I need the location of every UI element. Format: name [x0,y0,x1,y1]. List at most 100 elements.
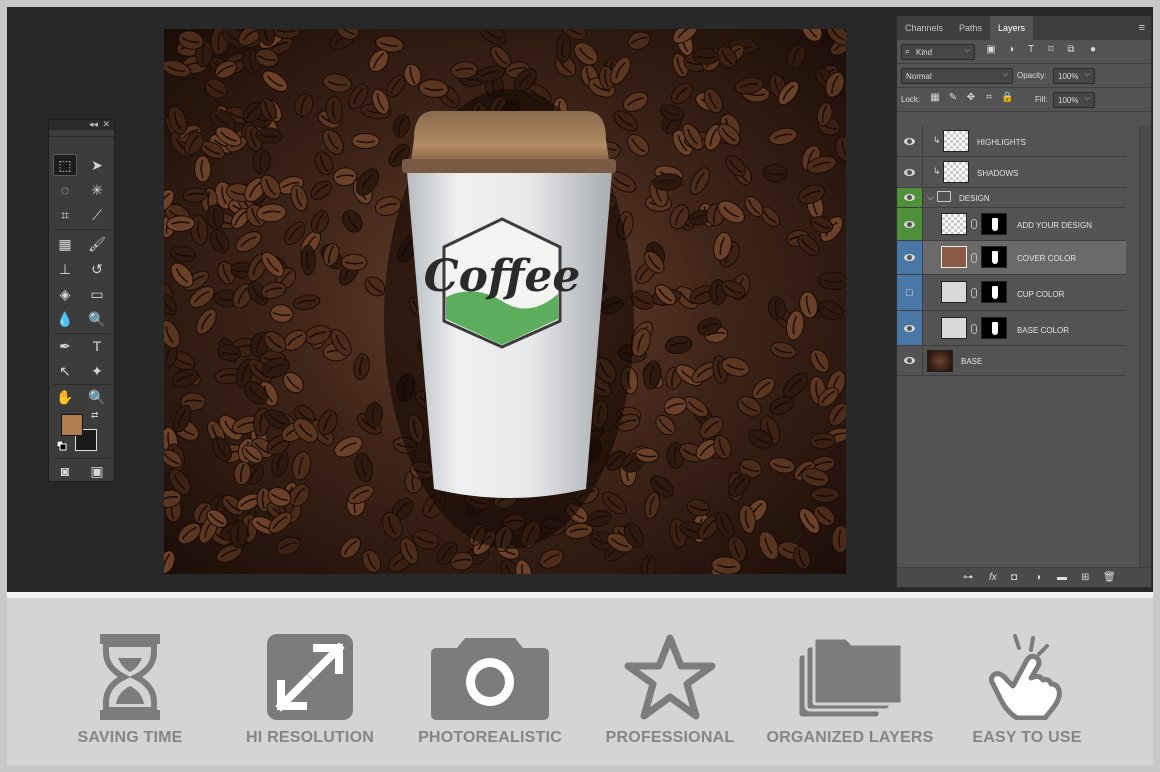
layer-row-shadows[interactable]: ↳ SHADOWS [897,157,1126,188]
lock-all-icon[interactable]: 🔒 [1001,92,1013,104]
visibility-toggle[interactable] [897,311,923,345]
delete-layer-icon[interactable]: 🗑 [1103,572,1116,583]
visibility-toggle[interactable] [897,208,923,240]
adjustment-filter-icon[interactable]: ◑ [1005,44,1017,56]
layers-scrollbar[interactable] [1139,126,1151,571]
dodge-tool-icon[interactable]: 🔍 [85,308,109,330]
fill-layer-thumbnail[interactable] [941,281,967,303]
lasso-tool-icon[interactable]: ◌ [53,179,77,201]
lock-transparency-icon[interactable]: ▦ [929,92,941,104]
eye-icon [904,324,915,332]
eraser-tool-icon[interactable]: ◈ [53,283,77,305]
lock-artboard-icon[interactable]: ⌗ [983,92,995,104]
fx-icon[interactable]: fx [989,572,997,583]
lock-position-icon[interactable]: ✥ [965,92,977,104]
layer-row-cup-color[interactable]: CUP COLOR [897,275,1126,311]
layer-mask-thumbnail[interactable] [981,213,1007,235]
layer-row-cover-color[interactable]: COVER COLOR [897,241,1126,275]
stacked-layers-icon [796,636,904,720]
opacity-field[interactable]: 100% ⌵ [1053,68,1095,84]
smart-object-filter-icon[interactable]: ⧉ [1065,44,1077,56]
eye-icon [904,137,915,145]
visibility-toggle[interactable] [897,346,923,375]
tools-panel-header[interactable]: ◂◂ ✕ [49,119,114,130]
pixel-filter-icon[interactable]: ▣ [985,44,997,56]
link-icon[interactable] [971,253,977,263]
crop-tool-icon[interactable]: ⌗ [53,204,77,226]
hand-tool-icon[interactable]: ✋ [53,386,77,408]
panel-tabs: Channels Paths Layers ≡ [897,16,1151,40]
link-icon[interactable] [971,288,977,298]
clipping-arrow-icon: ↳ [933,135,941,145]
magic-wand-tool-icon[interactable]: ✳ [85,179,109,201]
history-brush-tool-icon[interactable]: ↺ [85,258,109,280]
eye-icon [904,168,915,176]
layer-row-base[interactable]: BASE [897,346,1126,376]
path-selection-tool-icon[interactable]: ↖ [53,360,77,382]
layer-mask-thumbnail[interactable] [981,281,1007,303]
lock-pixels-icon[interactable]: ✎ [947,92,959,104]
zoom-tool-icon[interactable]: 🔍 [85,386,109,408]
link-layers-icon[interactable]: ⊶ [963,572,973,583]
eyedropper-tool-icon[interactable]: ⟋ [85,204,109,226]
shape-filter-icon[interactable]: ⌑ [1045,44,1057,56]
document-canvas[interactable]: Coffee [164,29,846,574]
brush-tool-icon[interactable]: 🖌 [85,233,109,255]
layer-mask-thumbnail[interactable] [981,317,1007,339]
coffee-cup-mockup: Coffee [384,89,634,549]
custom-shape-tool-icon[interactable]: ✦ [85,360,109,382]
visibility-toggle[interactable] [897,188,923,207]
quick-mask-icon[interactable]: ◙ [53,460,77,482]
new-layer-icon[interactable]: ⊞ [1081,572,1089,583]
foreground-color-swatch[interactable] [61,414,83,436]
eye-icon [904,220,915,228]
layer-mask-thumbnail[interactable] [981,246,1007,268]
move-tool-icon[interactable]: ➤ [85,154,109,176]
visibility-toggle[interactable] [897,275,923,310]
visibility-toggle[interactable] [897,241,923,274]
tab-paths[interactable]: Paths [951,16,990,40]
link-icon[interactable] [971,219,977,229]
camera-icon [431,638,549,720]
rectangular-marquee-tool-icon[interactable]: ⬚ [53,154,77,176]
chevron-down-icon: ⌵ [964,47,970,54]
adjustment-layer-icon[interactable]: ◑ [1035,572,1041,583]
add-mask-icon[interactable]: ◘ [1011,572,1017,583]
visibility-toggle[interactable] [897,157,923,187]
blur-tool-icon[interactable]: 💧 [53,308,77,330]
panel-grip[interactable] [49,130,114,137]
clone-stamp-tool-icon[interactable]: ⊥ [53,258,77,280]
layer-row-add-your-design[interactable]: ADD YOUR DESIGN [897,208,1126,241]
visibility-toggle[interactable] [897,126,923,156]
fill-field[interactable]: 100% ⌵ [1053,92,1095,108]
collapse-icon[interactable]: ◂◂ [89,119,98,130]
feature-label: PHOTOREALISTIC [418,729,562,746]
panel-menu-icon[interactable]: ≡ [1139,22,1145,34]
pen-tool-icon[interactable]: ✒ [53,335,77,357]
folder-icon [937,191,951,202]
blend-row: Normal ⌵ Opacity: 100% ⌵ [897,64,1151,88]
swap-colors-icon[interactable]: ⇄ [91,410,99,421]
layer-row-highlights[interactable]: ↳ HIGHLIGHTS [897,126,1126,157]
tab-channels[interactable]: Channels [897,16,951,40]
default-colors-icon[interactable] [57,441,67,451]
layer-row-design-group[interactable]: ⌵ DESIGN [897,188,1126,208]
tab-layers[interactable]: Layers [990,16,1034,40]
fill-layer-thumbnail[interactable] [941,317,967,339]
search-icon: ⌕ [905,46,911,56]
chevron-down-icon[interactable]: ⌵ [927,192,934,203]
blend-mode-select[interactable]: Normal ⌵ [901,68,1013,84]
healing-brush-tool-icon[interactable]: ▦ [53,233,77,255]
layer-row-base-color[interactable]: BASE COLOR [897,311,1126,346]
link-icon[interactable] [971,324,977,334]
gradient-tool-icon[interactable]: ▭ [85,283,109,305]
type-filter-icon[interactable]: T [1025,44,1037,56]
filter-toggle-icon[interactable]: ● [1087,44,1099,56]
close-icon[interactable]: ✕ [102,119,110,130]
new-group-icon[interactable]: ▬ [1057,572,1067,583]
fill-layer-thumbnail[interactable] [941,246,967,268]
screen-mode-icon[interactable]: ▣ [85,460,109,482]
type-tool-icon[interactable]: T [85,335,109,357]
filter-kind-select[interactable]: ⌕ Kind ⌵ [901,44,975,60]
fill-label: Fill: [1035,95,1048,104]
